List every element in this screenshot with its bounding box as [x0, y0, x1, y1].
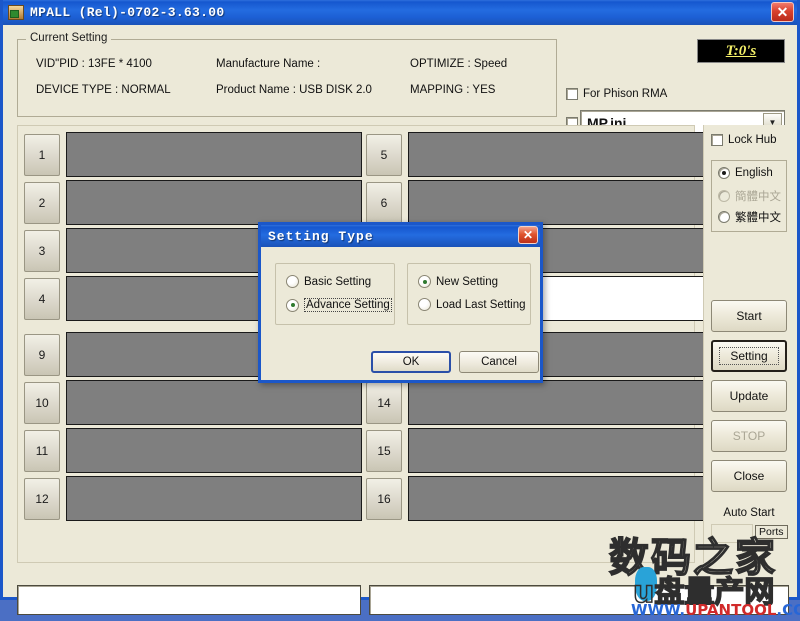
- dialog-titlebar[interactable]: Setting Type ✕: [261, 225, 540, 247]
- port-status-text: [67, 477, 361, 482]
- counter-display: T:0's: [697, 39, 785, 63]
- radio-new-setting[interactable]: New Setting: [418, 275, 498, 288]
- app-icon: [8, 5, 24, 20]
- language-radio-traditional-chinese[interactable]: 繁體中文: [718, 209, 781, 225]
- lock-hub-checkbox[interactable]: Lock Hub: [711, 134, 777, 146]
- port-status-text: [67, 181, 361, 186]
- lock-hub-label: Lock Hub: [728, 134, 777, 146]
- radio-dot: [418, 298, 431, 311]
- close-button-label: Close: [733, 469, 765, 483]
- window-title: MPALL (Rel)-0702-3.63.00: [30, 5, 225, 20]
- port-status-bar[interactable]: [66, 476, 362, 521]
- setting-source-group: New Setting Load Last Setting: [407, 263, 531, 325]
- field-mapping: MAPPING : YES: [410, 84, 496, 96]
- port-number-button[interactable]: 5: [366, 134, 402, 176]
- radio-new-setting-label: New Setting: [436, 275, 499, 288]
- port-status-text: [409, 181, 703, 186]
- counter-value: T:0's: [725, 42, 757, 59]
- start-button[interactable]: Start: [711, 300, 787, 332]
- dialog-close-icon[interactable]: ✕: [518, 226, 538, 244]
- radio-dot: [718, 211, 730, 223]
- port-status-bar[interactable]: [408, 380, 704, 425]
- radio-basic-setting-label: Basic Setting: [304, 275, 372, 288]
- port-status-bar[interactable]: [408, 132, 704, 177]
- current-setting-label: Current Setting: [26, 32, 112, 44]
- language-label: English: [735, 167, 773, 179]
- port-number-button[interactable]: 2: [24, 182, 60, 224]
- port-number-button[interactable]: 16: [366, 478, 402, 520]
- port-number-button[interactable]: 11: [24, 430, 60, 472]
- field-device-type: DEVICE TYPE : NORMAL: [36, 84, 171, 96]
- port-status-text: [67, 133, 361, 138]
- language-label: 繁體中文: [735, 212, 781, 224]
- stop-button: STOP: [711, 420, 787, 452]
- dialog-title: Setting Type: [268, 228, 374, 244]
- port-number-button[interactable]: 3: [24, 230, 60, 272]
- port-number-button[interactable]: 14: [366, 382, 402, 424]
- field-product-name: Product Name : USB DISK 2.0: [216, 84, 372, 96]
- checkbox-box: [711, 134, 723, 146]
- dialog-body: Basic Setting Advance Setting New Settin…: [261, 247, 540, 380]
- port-number-button[interactable]: 1: [24, 134, 60, 176]
- radio-advance-setting[interactable]: Advance Setting: [286, 298, 392, 312]
- checkbox-box: [566, 88, 578, 100]
- stop-button-label: STOP: [732, 429, 766, 443]
- port-status-bar[interactable]: [66, 132, 362, 177]
- radio-dot: [418, 275, 431, 288]
- dialog-cancel-button[interactable]: Cancel: [459, 351, 539, 373]
- port-status-text: [409, 133, 703, 138]
- status-bar-left: [17, 585, 361, 615]
- language-radio-english[interactable]: English: [718, 167, 773, 179]
- ports-count-label: Ports: [755, 525, 788, 539]
- port-number-button[interactable]: 12: [24, 478, 60, 520]
- status-bar-right: [369, 585, 789, 615]
- radio-basic-setting[interactable]: Basic Setting: [286, 275, 371, 288]
- start-button-label: Start: [736, 309, 762, 323]
- port-status-text: [409, 429, 703, 434]
- port-status-bar[interactable]: [408, 180, 704, 225]
- auto-start-field[interactable]: [711, 524, 753, 543]
- for-phison-rma-checkbox[interactable]: For Phison RMA: [566, 88, 667, 100]
- field-optimize: OPTIMIZE : Speed: [410, 58, 508, 70]
- port-status-bar[interactable]: [408, 428, 704, 473]
- current-setting-group: Current Setting VID"PID : 13FE * 4100 DE…: [17, 32, 557, 117]
- port-number-button[interactable]: 15: [366, 430, 402, 472]
- auto-start-label: Auto Start: [723, 507, 775, 519]
- setting-mode-group: Basic Setting Advance Setting: [275, 263, 395, 325]
- setting-button-label: Setting: [719, 347, 779, 365]
- port-number-button[interactable]: 4: [24, 278, 60, 320]
- radio-advance-setting-label: Advance Setting: [304, 298, 392, 312]
- setting-button[interactable]: Setting: [711, 340, 787, 372]
- radio-load-last-setting[interactable]: Load Last Setting: [418, 298, 526, 311]
- update-button-label: Update: [729, 389, 769, 403]
- setting-type-dialog: Setting Type ✕ Basic Setting Advance Set…: [258, 222, 543, 383]
- update-button[interactable]: Update: [711, 380, 787, 412]
- radio-dot: [286, 275, 299, 288]
- port-number-button[interactable]: 6: [366, 182, 402, 224]
- port-number-button[interactable]: 10: [24, 382, 60, 424]
- radio-dot: [718, 167, 730, 179]
- language-label: 簡體中文: [735, 191, 781, 203]
- radio-dot: [286, 298, 299, 312]
- radio-load-last-setting-label: Load Last Setting: [436, 298, 526, 311]
- port-status-bar[interactable]: [408, 476, 704, 521]
- port-number-button[interactable]: 9: [24, 334, 60, 376]
- dialog-ok-button[interactable]: OK: [371, 351, 451, 373]
- port-status-text: [409, 477, 703, 482]
- port-status-bar[interactable]: [66, 180, 362, 225]
- port-status-bar[interactable]: [66, 380, 362, 425]
- field-vid-pid: VID"PID : 13FE * 4100: [36, 58, 152, 70]
- port-status-text: [67, 429, 361, 434]
- for-phison-rma-label: For Phison RMA: [583, 88, 668, 100]
- port-status-bar[interactable]: [66, 428, 362, 473]
- window-titlebar[interactable]: MPALL (Rel)-0702-3.63.00 ✕: [3, 0, 797, 25]
- field-manufacture: Manufacture Name :: [216, 58, 321, 70]
- language-radio-simplified-chinese: 簡體中文: [718, 188, 781, 204]
- radio-dot: [718, 190, 730, 202]
- language-group: English 簡體中文 繁體中文: [711, 160, 787, 232]
- close-button[interactable]: Close: [711, 460, 787, 492]
- close-icon[interactable]: ✕: [771, 2, 794, 22]
